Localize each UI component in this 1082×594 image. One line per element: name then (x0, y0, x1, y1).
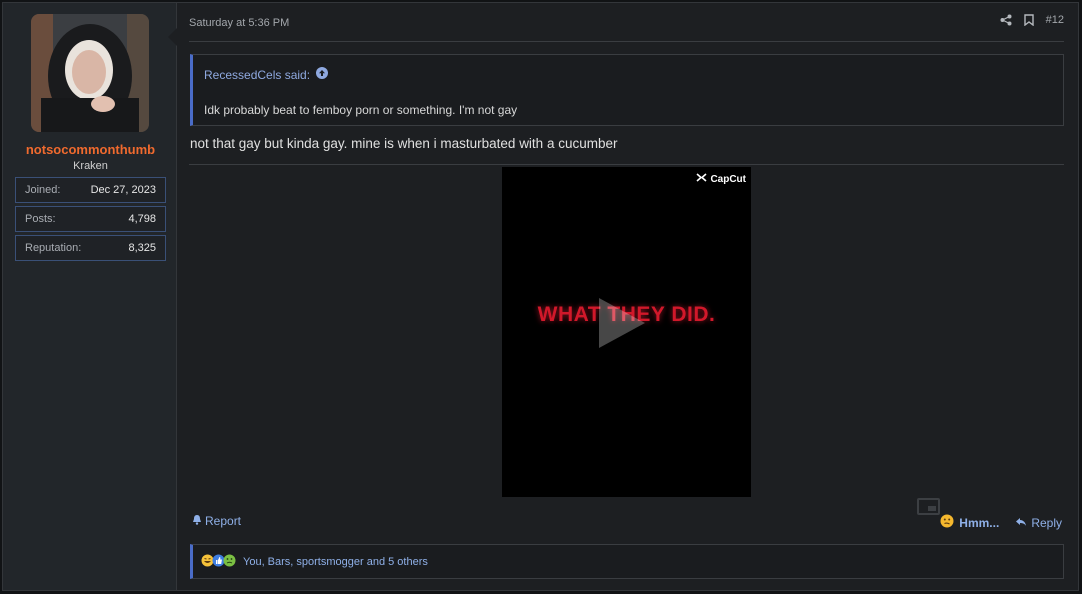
user-title: Kraken (73, 160, 108, 172)
video-player[interactable]: CapCut WHAT THEY DID. (502, 167, 751, 497)
arrow-up-circle-icon[interactable] (316, 67, 329, 82)
capcut-label: CapCut (710, 173, 746, 185)
stat-value: 8,325 (128, 242, 156, 254)
quote-block: RecessedCels said: Idk probably beat to … (190, 54, 1064, 126)
capcut-logo-icon (696, 173, 707, 185)
reaction-button[interactable]: Hmm... (940, 514, 999, 531)
stat-value[interactable]: 4,798 (128, 213, 156, 225)
quote-header[interactable]: RecessedCels said: (204, 67, 329, 82)
post-message: not that gay but kinda gay. mine is when… (190, 136, 618, 151)
picture-in-picture-icon[interactable] (917, 498, 940, 515)
divider (189, 41, 1064, 42)
avatar[interactable] (31, 14, 149, 132)
nauseated-face-icon (223, 554, 236, 570)
post-number[interactable]: #12 (1046, 14, 1064, 26)
user-column: notsocommonthumb Kraken Joined: Dec 27, … (3, 3, 177, 590)
quote-author[interactable]: RecessedCels said: (204, 68, 310, 82)
divider (189, 164, 1064, 165)
username[interactable]: notsocommonthumb (3, 142, 178, 157)
capcut-watermark: CapCut (696, 173, 746, 185)
reaction-icons (201, 554, 236, 570)
reaction-label: Hmm... (959, 515, 1000, 530)
stat-label: Reputation: (25, 242, 82, 254)
report-button[interactable]: Report (192, 514, 241, 528)
post-actions: Hmm... Reply (940, 514, 1062, 531)
report-label: Report (205, 514, 242, 528)
reactions-bar[interactable]: You, Bars, sportsmogger and 5 others (190, 544, 1064, 579)
share-icon[interactable] (1000, 14, 1012, 26)
quote-text: Idk probably beat to femboy porn or some… (204, 103, 518, 117)
reply-arrow-icon (1015, 516, 1027, 530)
stat-value: Dec 27, 2023 (90, 184, 156, 196)
stat-joined: Joined: Dec 27, 2023 (15, 177, 166, 203)
stat-posts: Posts: 4,798 (15, 206, 166, 232)
bookmark-icon[interactable] (1023, 14, 1034, 26)
thinking-face-icon (940, 514, 954, 531)
bell-icon (192, 514, 202, 528)
stat-label: Posts: (25, 213, 56, 225)
play-icon[interactable] (599, 298, 645, 348)
reply-button[interactable]: Reply (1015, 516, 1062, 530)
post-meta-actions: #12 (1000, 14, 1064, 26)
stat-label: Joined: (25, 184, 61, 196)
post-container: notsocommonthumb Kraken Joined: Dec 27, … (2, 2, 1079, 591)
reactions-summary[interactable]: You, Bars, sportsmogger and 5 others (243, 556, 428, 568)
stat-reputation: Reputation: 8,325 (15, 235, 166, 261)
post-date[interactable]: Saturday at 5:36 PM (189, 17, 289, 29)
reply-label: Reply (1031, 515, 1062, 530)
